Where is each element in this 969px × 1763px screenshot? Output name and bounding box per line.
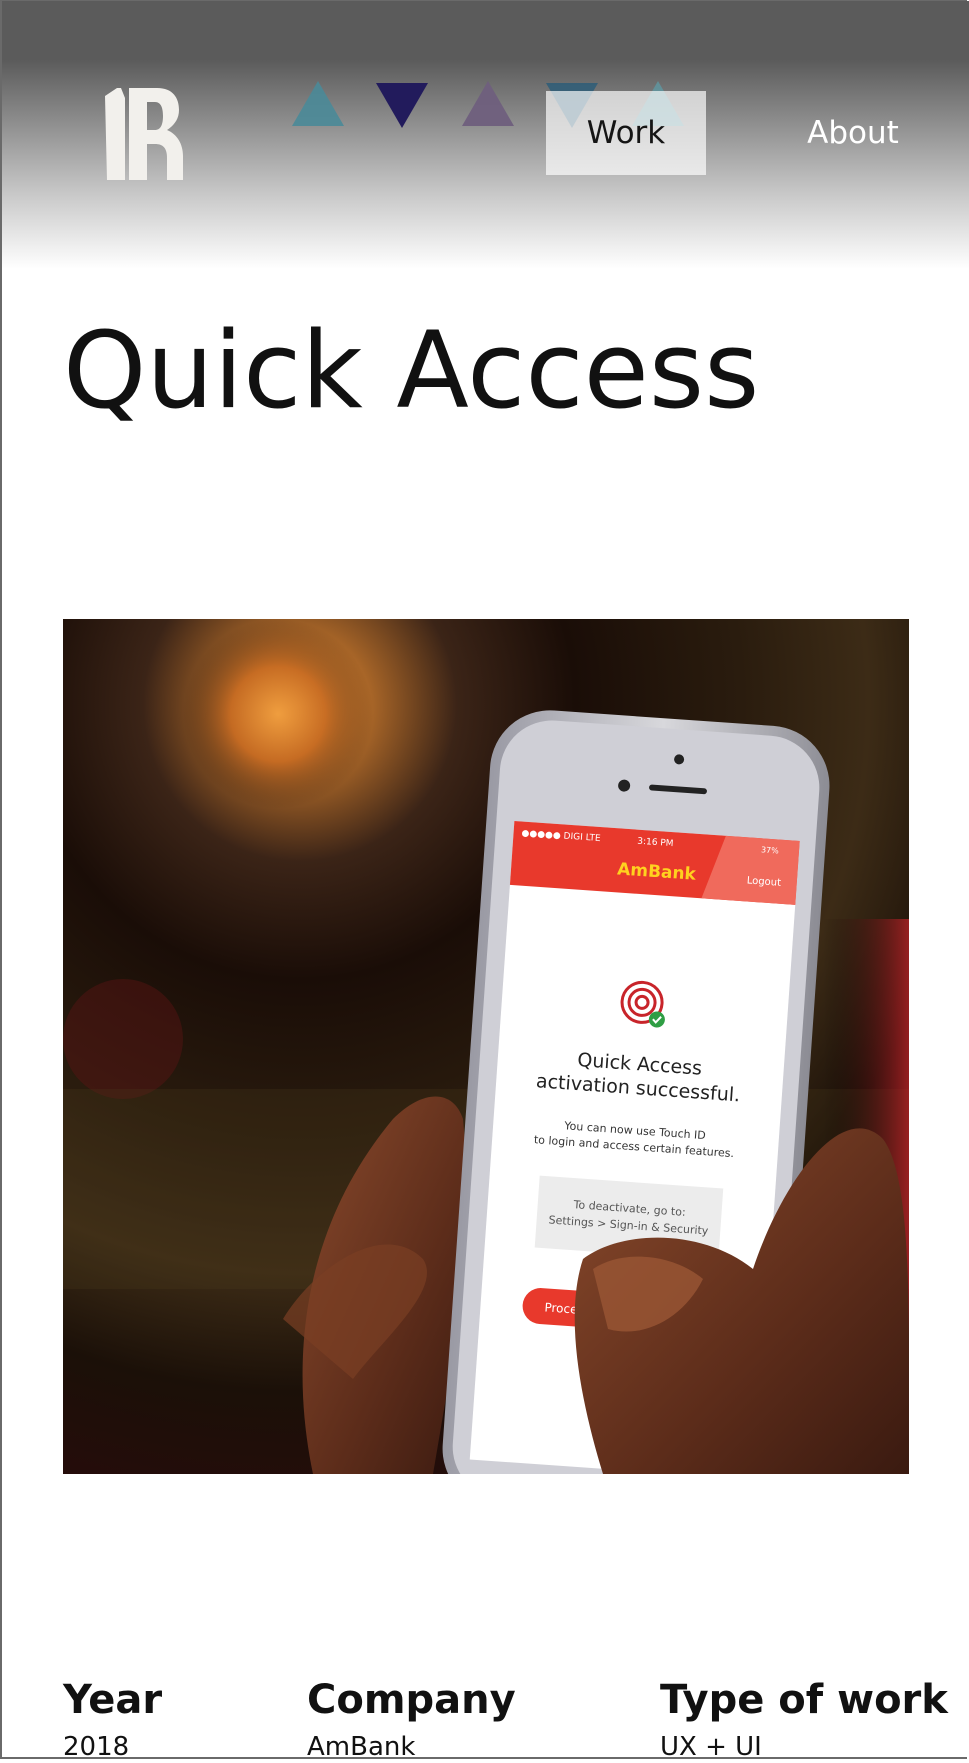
- phone-battery-text: 37%: [761, 845, 780, 855]
- nav-work-link[interactable]: Work: [546, 91, 706, 175]
- meta-type-heading: Type of work: [660, 1677, 948, 1723]
- meta-type: Type of work UX + UI: [660, 1680, 948, 1763]
- site-header: Work About: [2, 1, 969, 269]
- meta-year: Year 2018: [63, 1680, 162, 1763]
- phone-photo: ●●●●● DIGI LTE 3:16 PM 37% AmBank Logout…: [63, 619, 909, 1474]
- meta-type-value: UX + UI: [660, 1732, 762, 1762]
- phone-proceed-button: Proce: [544, 1300, 578, 1316]
- meta-company-heading: Company: [307, 1677, 516, 1723]
- meta-company-value: AmBank: [307, 1732, 416, 1762]
- logo-icon[interactable]: [105, 88, 183, 180]
- nav-about-link[interactable]: About: [798, 91, 908, 175]
- meta-company: Company AmBank: [307, 1680, 516, 1763]
- meta-year-value: 2018: [63, 1732, 130, 1762]
- meta-year-heading: Year: [63, 1677, 163, 1723]
- page-title: Quick Access: [63, 309, 760, 432]
- hero-image: ●●●●● DIGI LTE 3:16 PM 37% AmBank Logout…: [63, 619, 909, 1474]
